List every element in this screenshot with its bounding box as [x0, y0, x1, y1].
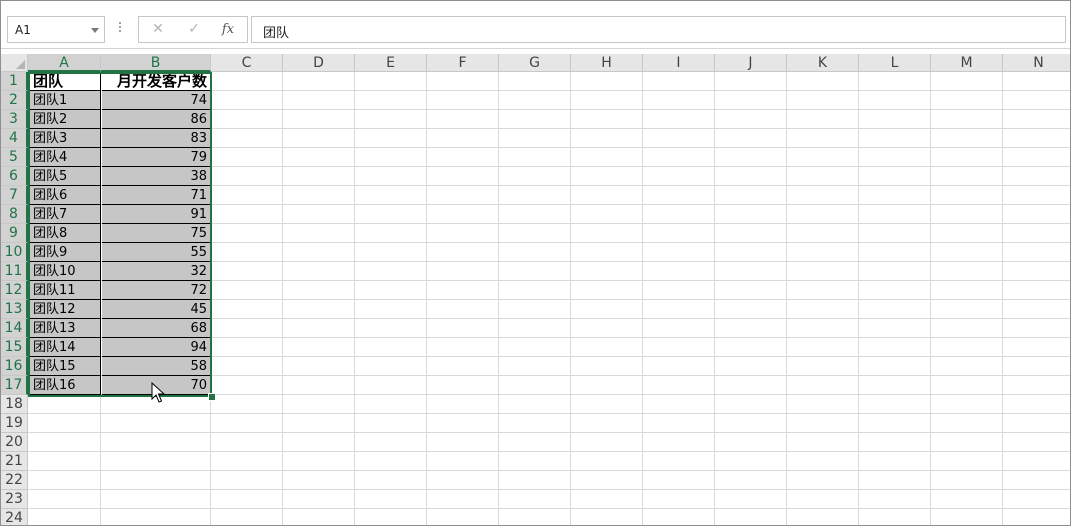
gridline-horizontal — [28, 413, 1070, 414]
cell-team[interactable]: 团队1 — [29, 91, 101, 110]
more-options-icon[interactable] — [117, 20, 123, 36]
gridline-horizontal — [28, 508, 1070, 509]
header-cell-customers[interactable]: 月开发客户数 — [102, 72, 211, 91]
row-header-7[interactable]: 7 — [1, 186, 28, 205]
row-header-14[interactable]: 14 — [1, 319, 28, 338]
formula-input[interactable]: 团队 — [251, 16, 1066, 43]
cell-team[interactable]: 团队6 — [29, 186, 101, 205]
row-header-18[interactable]: 18 — [1, 395, 28, 414]
cell-team[interactable]: 团队8 — [29, 224, 101, 243]
cell-team[interactable]: 团队4 — [29, 148, 101, 167]
row-header-15[interactable]: 15 — [1, 338, 28, 357]
gridline-horizontal — [28, 451, 1070, 452]
row-header-5[interactable]: 5 — [1, 148, 28, 167]
row-header-12[interactable]: 12 — [1, 281, 28, 300]
row-header-13[interactable]: 13 — [1, 300, 28, 319]
column-header-f[interactable]: F — [427, 54, 499, 72]
name-box[interactable]: A1 — [7, 16, 105, 43]
row-header-9[interactable]: 9 — [1, 224, 28, 243]
cell-team[interactable]: 团队2 — [29, 110, 101, 129]
row-header-10[interactable]: 10 — [1, 243, 28, 262]
gridline-horizontal — [28, 470, 1070, 471]
cell-value[interactable]: 74 — [102, 91, 211, 110]
row-header-4[interactable]: 4 — [1, 129, 28, 148]
column-header-c[interactable]: C — [211, 54, 283, 72]
cell-value[interactable]: 86 — [102, 110, 211, 129]
cell-value[interactable]: 68 — [102, 319, 211, 338]
cell-value[interactable]: 58 — [102, 357, 211, 376]
column-header-n[interactable]: N — [1003, 54, 1070, 72]
fill-handle[interactable] — [208, 393, 216, 401]
cell-team[interactable]: 团队16 — [29, 376, 101, 395]
column-header-k[interactable]: K — [787, 54, 859, 72]
cell-team[interactable]: 团队9 — [29, 243, 101, 262]
row-header-1[interactable]: 1 — [1, 72, 28, 91]
cell-team[interactable]: 团队12 — [29, 300, 101, 319]
cell-value[interactable]: 55 — [102, 243, 211, 262]
cell-team[interactable]: 团队5 — [29, 167, 101, 186]
cell-value[interactable]: 83 — [102, 129, 211, 148]
cell-value[interactable]: 72 — [102, 281, 211, 300]
cell-team[interactable]: 团队11 — [29, 281, 101, 300]
row-header-11[interactable]: 11 — [1, 262, 28, 281]
row-header-6[interactable]: 6 — [1, 167, 28, 186]
cell-team[interactable]: 团队13 — [29, 319, 101, 338]
gridline-horizontal — [28, 489, 1070, 490]
cell-team[interactable]: 团队14 — [29, 338, 101, 357]
column-header-j[interactable]: J — [715, 54, 787, 72]
gridline-horizontal — [28, 432, 1070, 433]
cell-value[interactable]: 32 — [102, 262, 211, 281]
row-header-17[interactable]: 17 — [1, 376, 28, 395]
cell-value[interactable]: 38 — [102, 167, 211, 186]
formula-value: 团队 — [263, 26, 290, 41]
row-header-2[interactable]: 2 — [1, 91, 28, 110]
cell-team[interactable]: 团队15 — [29, 357, 101, 376]
row-header-23[interactable]: 23 — [1, 490, 28, 509]
cell-team[interactable]: 团队7 — [29, 205, 101, 224]
cell-value[interactable]: 45 — [102, 300, 211, 319]
insert-function-button[interactable]: fx — [215, 19, 241, 40]
formula-buttons: ✕ ✓ fx — [138, 16, 248, 43]
row-header-21[interactable]: 21 — [1, 452, 28, 471]
mouse-pointer-icon — [151, 382, 165, 403]
cell-team[interactable]: 团队3 — [29, 129, 101, 148]
column-header-a[interactable]: A — [28, 54, 101, 72]
row-header-24[interactable]: 24 — [1, 509, 28, 525]
row-header-8[interactable]: 8 — [1, 205, 28, 224]
column-header-m[interactable]: M — [931, 54, 1003, 72]
name-box-value: A1 — [15, 23, 31, 37]
row-header-20[interactable]: 20 — [1, 433, 28, 452]
column-header-e[interactable]: E — [355, 54, 427, 72]
worksheet-grid[interactable]: ABCDEFGHIJKLMN 1 2 3 4 5 6 7 8 9 10 11 12 13 14 15 16 17… — [1, 54, 1070, 525]
column-header-d[interactable]: D — [283, 54, 355, 72]
spreadsheet-window: A1 ✕ ✓ fx 团队 ABCDEFGHIJKLMN 1 2 3 4 5 6 7 8 9 10 1… — [0, 0, 1071, 526]
cell-value[interactable]: 79 — [102, 148, 211, 167]
cell-value[interactable]: 71 — [102, 186, 211, 205]
row-header-3[interactable]: 3 — [1, 110, 28, 129]
close-icon[interactable]: ✕ — [145, 19, 171, 40]
row-header-19[interactable]: 19 — [1, 414, 28, 433]
formula-bar: A1 ✕ ✓ fx 团队 — [1, 1, 1070, 49]
column-header-h[interactable]: H — [571, 54, 643, 72]
header-cell-team[interactable]: 团队 — [29, 72, 101, 91]
column-header-i[interactable]: I — [643, 54, 715, 72]
cell-team[interactable]: 团队10 — [29, 262, 101, 281]
row-header-16[interactable]: 16 — [1, 357, 28, 376]
row-header-22[interactable]: 22 — [1, 471, 28, 490]
cell-value[interactable]: 94 — [102, 338, 211, 357]
chevron-down-icon[interactable] — [91, 28, 99, 33]
check-icon[interactable]: ✓ — [181, 19, 207, 40]
cell-value[interactable]: 75 — [102, 224, 211, 243]
cell-value[interactable]: 91 — [102, 205, 211, 224]
select-all-button[interactable] — [1, 54, 28, 72]
column-header-g[interactable]: G — [499, 54, 571, 72]
column-header-b[interactable]: B — [101, 54, 211, 72]
column-header-l[interactable]: L — [859, 54, 931, 72]
